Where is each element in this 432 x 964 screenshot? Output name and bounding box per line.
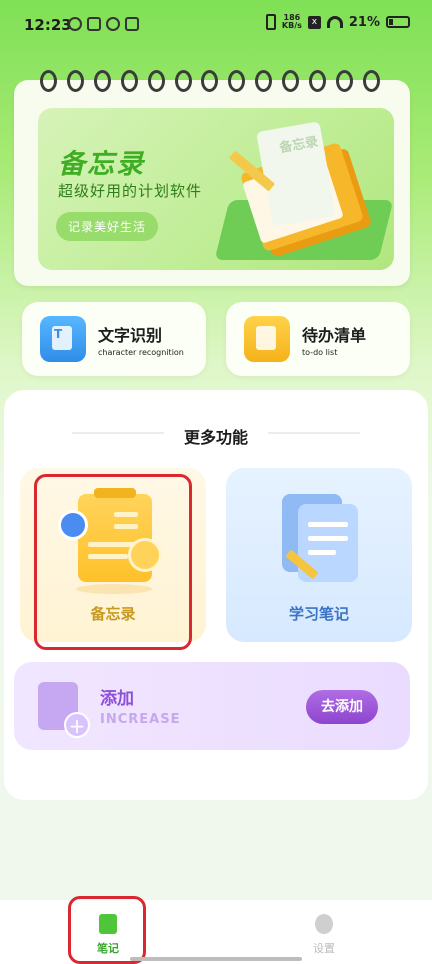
ring-icon [335,70,353,92]
document-line [308,522,348,527]
todo-list-title: 待办清单 [302,326,367,345]
text-recognition-card[interactable]: T 文字识别 character recognition [22,302,206,376]
ring-icon [174,70,192,92]
battery-percent: 21% [348,14,380,30]
todo-list-card[interactable]: 待办清单 to-do list [226,302,410,376]
todo-list-icon [244,316,290,362]
battery-icon [386,16,410,28]
status-time: 12:23 [24,16,72,34]
ring-icon [228,70,246,92]
ring-icon [120,70,138,92]
banner-title: 备忘录 [58,149,145,180]
notebook-rings [40,70,380,94]
banner-subtitle: 超级好用的计划软件 [58,182,203,200]
add-document-icon: + [38,682,90,738]
ring-icon [255,70,273,92]
section-title: 更多功能 [183,428,248,447]
ring-icon [362,70,380,92]
ring-icon [66,70,84,92]
no-sim-icon: x [307,15,321,29]
ring-icon [201,70,219,92]
gear-icon [315,914,333,934]
status-app-icons [68,17,139,31]
network-speed: 186 KB/s [282,14,302,30]
text-recognition-icon: T [40,316,86,362]
app-notification-icon-3 [125,17,139,31]
plus-icon: + [64,712,90,738]
app-notification-icon [68,17,82,31]
text-recognition-subtitle: character recognition [98,348,184,357]
ring-icon [147,70,165,92]
app-notification-icon-2 [87,17,101,31]
go-add-button[interactable]: 去添加 [306,690,378,724]
study-notes-label: 学习笔记 [288,605,349,623]
status-bar: 12:23 186 KB/s x 21% [0,0,432,50]
add-title: 添加 [100,689,134,709]
network-speed-unit: KB/s [281,21,302,30]
add-card[interactable]: + 添加 INCREASE 去添加 [14,662,410,750]
vibrate-icon [265,14,276,30]
banner-slogan-pill: 记录美好生活 [56,212,159,241]
ring-icon [282,70,300,92]
wifi-icon [326,16,343,28]
notes-tab-highlight-box [68,896,146,964]
nav-settings-label: 设置 [313,942,335,955]
ring-icon [93,70,111,92]
checklist-shape [256,326,276,350]
hero-banner: 备忘录 超级好用的计划软件 记录美好生活 备忘录 [38,108,394,270]
nav-settings[interactable]: 设置 [294,914,354,956]
add-subtitle: INCREASE [100,712,181,727]
chat-notification-icon [106,17,120,31]
document-line [308,536,348,541]
text-recognition-title: 文字识别 [98,326,163,345]
text-glyph: T [54,327,63,341]
study-notes-tile[interactable]: 学习笔记 [226,468,412,642]
document-line [308,550,336,555]
bottom-nav: 笔记 设置 [0,900,432,964]
memo-highlight-box [34,474,192,650]
status-system-icons: 186 KB/s x 21% [265,14,410,30]
ring-icon [309,70,327,92]
ring-icon [40,70,57,92]
todo-list-subtitle: to-do list [302,348,338,357]
home-indicator[interactable] [130,957,302,961]
